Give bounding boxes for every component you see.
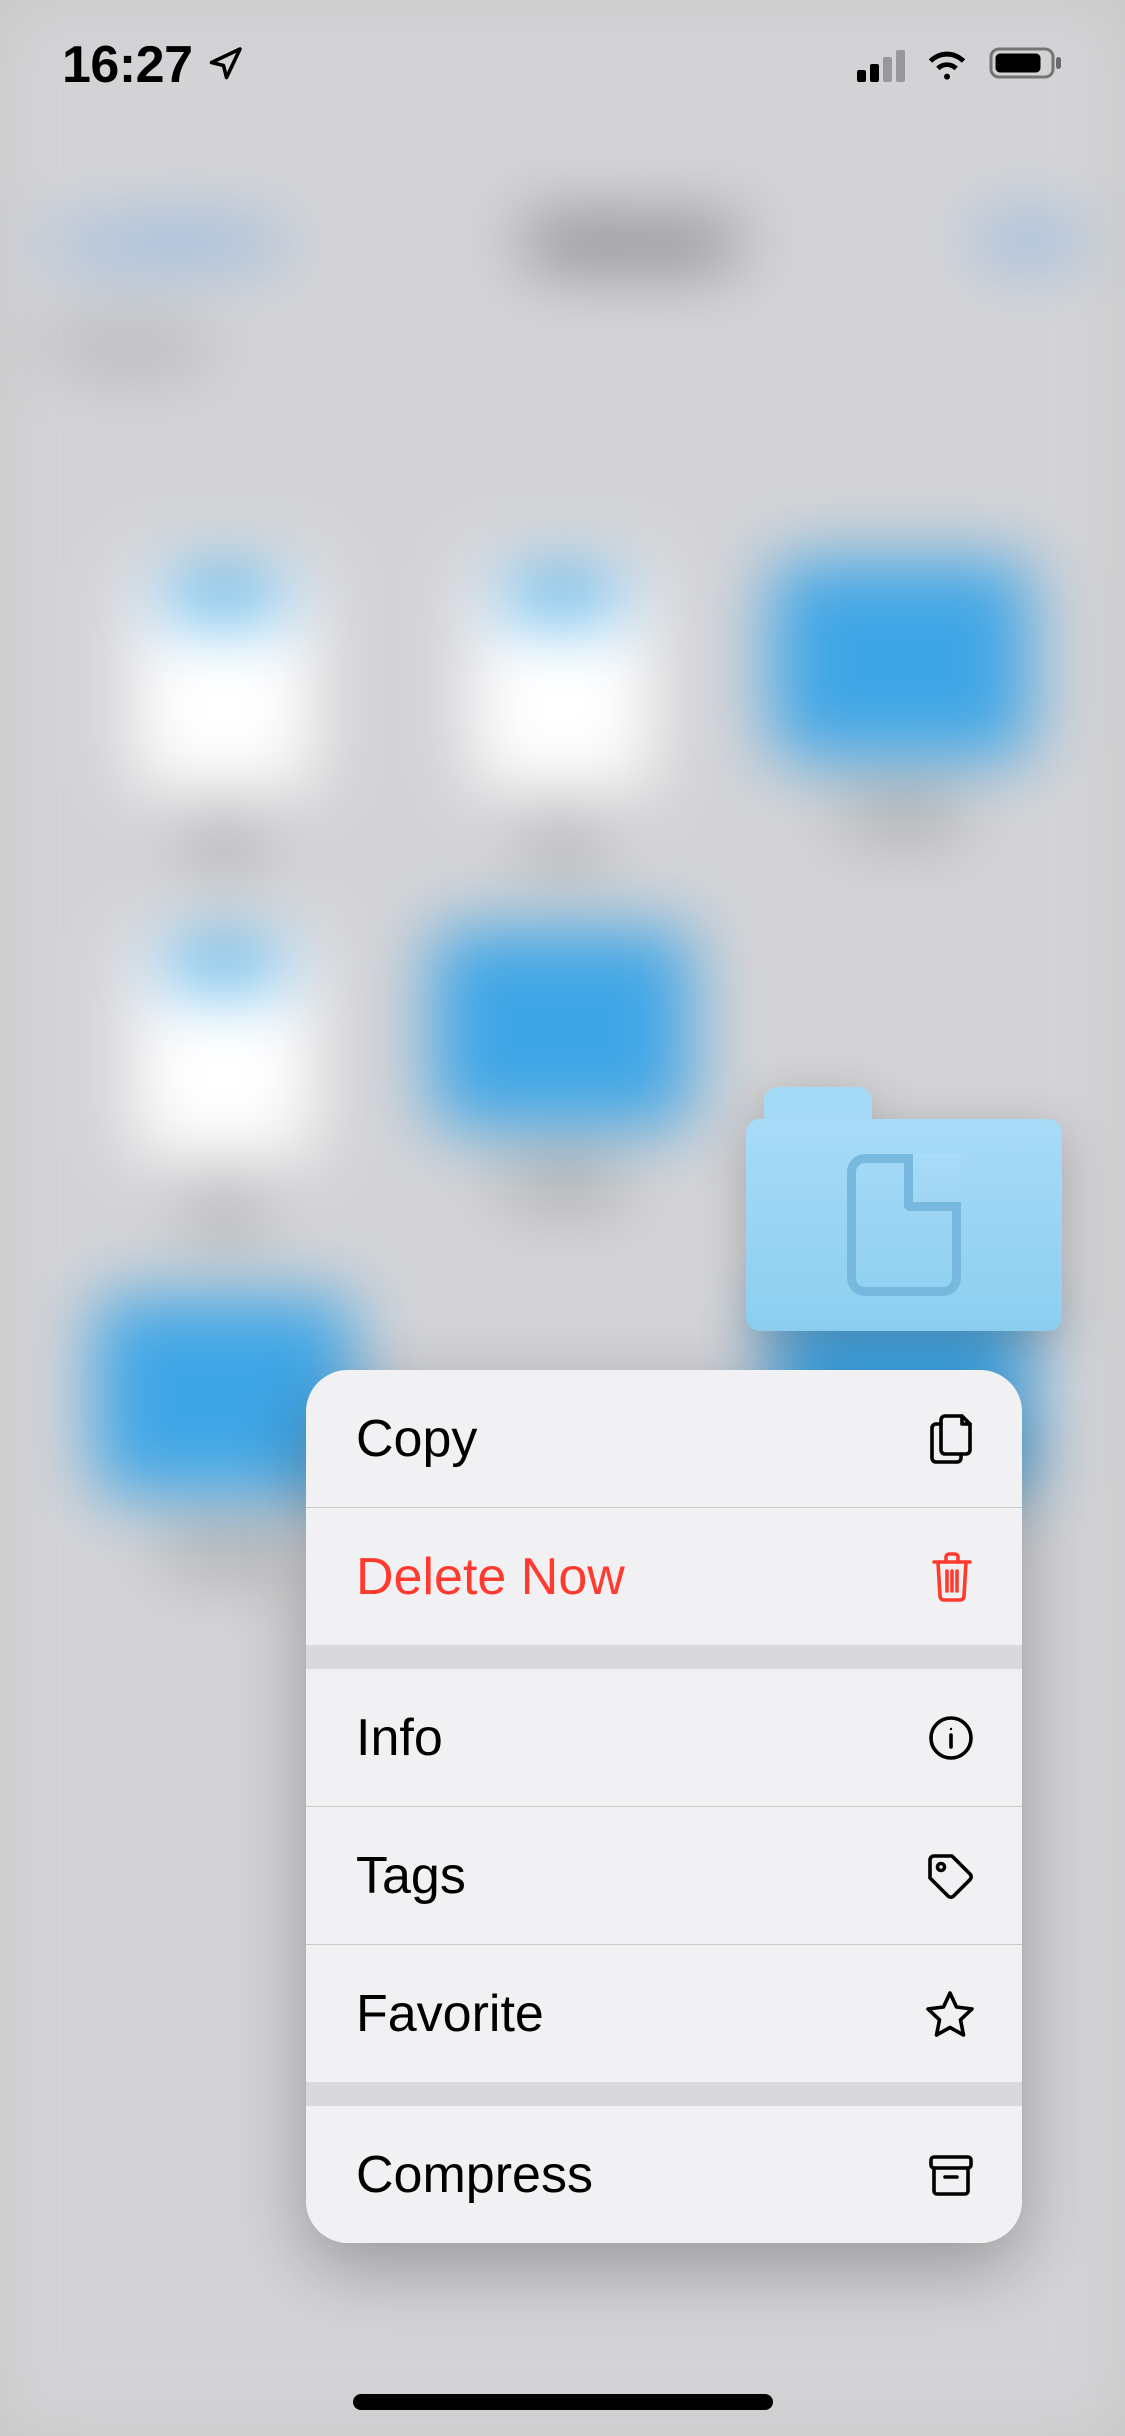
menu-item-compress[interactable]: Compress (306, 2106, 1022, 2243)
location-icon (207, 35, 243, 95)
archivebox-icon (926, 2151, 976, 2199)
menu-item-info[interactable]: Info (306, 1669, 1022, 1806)
menu-item-favorite[interactable]: Favorite (306, 1945, 1022, 2082)
document-icon (847, 1154, 961, 1296)
info-circle-icon (926, 1713, 976, 1763)
battery-icon (989, 44, 1065, 87)
menu-item-label: Tags (356, 1846, 466, 1906)
context-menu: Copy Delete Now Info (306, 1370, 1022, 2243)
menu-group-separator (306, 2082, 1022, 2106)
doc-on-doc-icon (926, 1412, 976, 1466)
menu-item-delete-now[interactable]: Delete Now (306, 1508, 1022, 1645)
menu-item-tags[interactable]: Tags (306, 1807, 1022, 1944)
wifi-icon (923, 45, 971, 86)
star-icon (924, 1989, 976, 2039)
menu-item-copy[interactable]: Copy (306, 1370, 1022, 1507)
menu-item-label: Favorite (356, 1984, 544, 2044)
status-time: 16:27 (62, 35, 193, 95)
menu-item-label: Copy (356, 1409, 477, 1469)
trash-icon (928, 1550, 976, 1604)
menu-item-label: Compress (356, 2145, 593, 2205)
menu-item-label: Info (356, 1708, 443, 1768)
status-bar: 16:27 (0, 0, 1125, 130)
home-indicator[interactable] (353, 2394, 773, 2410)
cellular-signal-icon (857, 48, 905, 82)
tag-icon (924, 1850, 976, 1902)
folder-preview[interactable] (746, 1087, 1062, 1331)
menu-item-label: Delete Now (356, 1547, 625, 1607)
menu-group-separator (306, 1645, 1022, 1669)
